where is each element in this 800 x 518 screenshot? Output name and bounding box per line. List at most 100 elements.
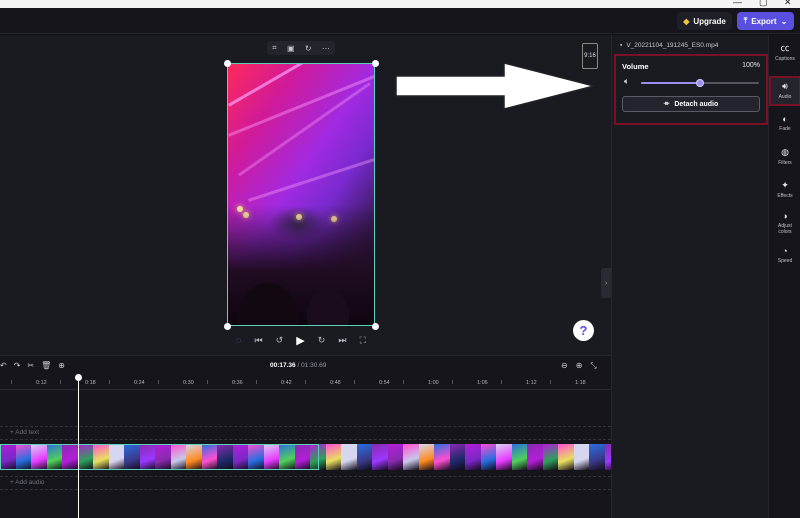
ruler-tick-label: 0:54 — [379, 380, 390, 386]
fullscreen-icon[interactable]: ⛶ — [360, 335, 366, 346]
clip-thumbnail — [434, 444, 450, 470]
captions-icon: ㏄ — [780, 43, 790, 53]
zoom-out-icon[interactable]: ⊖ — [561, 361, 568, 371]
speed-icon: ◔ — [782, 246, 788, 256]
volume-value: 100% — [742, 62, 760, 69]
delete-icon[interactable]: 🗑︎ — [41, 361, 51, 370]
skip-forward-icon[interactable]: ⏭ — [338, 335, 346, 346]
rail-item-filters[interactable]: ◍ Filters — [769, 147, 800, 166]
export-label: Export — [751, 16, 777, 26]
rail-item-adjust-colors[interactable]: ◑ Adjust colors — [769, 211, 800, 235]
volume-slider[interactable] — [641, 79, 759, 87]
resize-handle[interactable] — [224, 60, 231, 67]
timecode: 00:17.36 / 01:30.69 — [270, 362, 326, 369]
upgrade-button[interactable]: ◆ Upgrade — [677, 12, 732, 30]
ruler-tick-label: 1:00 — [428, 380, 439, 386]
clip-thumbnail — [449, 444, 465, 470]
add-audio-label: + Add audio — [10, 479, 45, 486]
clip-thumbnail — [480, 444, 496, 470]
file-name: V_20221104_191245_ES0.mp4 — [626, 42, 719, 49]
fade-icon: ◐ — [782, 114, 788, 124]
clip-thumbnail — [186, 444, 202, 470]
ruler-tick-label: 0:30 — [183, 380, 194, 386]
clip-thumbnail — [201, 444, 217, 470]
clip-thumbnail — [93, 444, 109, 470]
play-icon[interactable]: ▶ — [296, 334, 304, 347]
current-time: 00:17.36 — [270, 362, 296, 369]
collapse-panel-button[interactable]: › — [601, 268, 611, 298]
add-media-icon[interactable]: ⊕ — [58, 361, 65, 370]
volume-slider-fill — [641, 82, 700, 84]
clip-thumbnail — [124, 444, 140, 470]
upgrade-label: Upgrade — [693, 16, 726, 26]
ruler-tick-mark — [452, 380, 453, 384]
crowd-silhouette — [228, 205, 374, 325]
ruler-tick-label: 0:18 — [85, 380, 96, 386]
forward-icon[interactable]: ↻ — [318, 335, 326, 346]
undo-icon[interactable]: ↶ — [0, 361, 7, 370]
fit-timeline-icon[interactable]: ⤡ — [590, 361, 596, 371]
export-button[interactable]: ⤒ Export ⌄ — [737, 12, 794, 30]
clip-thumbnail — [0, 444, 16, 470]
clip-thumbnail — [15, 444, 31, 470]
rotate-icon[interactable]: ↻ — [305, 44, 312, 53]
skip-back-icon[interactable]: ⏮ — [254, 335, 262, 346]
speaker-icon: 🔈︎ — [624, 76, 630, 86]
rail-item-captions[interactable]: ㏄ Captions — [769, 41, 800, 62]
more-icon[interactable]: ⋯ — [322, 44, 330, 53]
playhead[interactable] — [78, 376, 79, 518]
clip-thumbnail — [325, 444, 341, 470]
rail-item-effects[interactable]: ✦ Effects — [769, 180, 800, 199]
resize-handle[interactable] — [372, 323, 379, 330]
help-button[interactable]: ? — [573, 320, 594, 341]
clip-thumbnail — [294, 444, 310, 470]
clip-thumbnail — [372, 444, 388, 470]
volume-section: Volume 100% 🔈︎ ⌯ Detach audio — [614, 54, 768, 125]
fit-icon[interactable]: ▣ — [287, 44, 295, 53]
rail-item-audio[interactable]: 🔊︎ Audio — [769, 76, 800, 106]
minimize-button[interactable]: — — [733, 0, 742, 7]
ruler-tick-mark — [11, 380, 12, 384]
audio-track[interactable]: + Add audio — [0, 476, 611, 490]
clip-thumbnail — [263, 444, 279, 470]
rail-label: Audio — [778, 94, 792, 100]
crop-icon[interactable]: ⌗ — [272, 43, 277, 53]
rail-label: Speed — [777, 258, 793, 264]
ruler-tick-mark — [256, 380, 257, 384]
rewind-icon[interactable]: ↺ — [276, 335, 284, 346]
ruler-tick-label: 0:42 — [281, 380, 292, 386]
video-track[interactable] — [0, 444, 611, 470]
zoom-in-icon[interactable]: ⊕ — [576, 361, 583, 371]
clip-thumbnail — [62, 444, 78, 470]
close-button[interactable]: ✕ — [784, 0, 792, 8]
file-name-row: ▪ V_20221104_191245_ES0.mp4 — [620, 42, 718, 49]
split-icon[interactable]: ✂ — [27, 361, 34, 370]
loading-icon: ◌ — [236, 335, 242, 345]
text-track[interactable]: + Add text — [0, 426, 611, 440]
resize-handle[interactable] — [372, 60, 379, 67]
ruler-tick-mark — [207, 380, 208, 384]
rail-label: Fade — [779, 126, 791, 132]
app-header: ◆ Upgrade ⤒ Export ⌄ — [0, 8, 800, 34]
properties-rail: ㏄ Captions 🔊︎ Audio ◐ Fade ◍ Filters ✦ E… — [768, 35, 800, 518]
ruler-tick-label: 1:18 — [575, 380, 586, 386]
rail-item-speed[interactable]: ◔ Speed — [769, 246, 800, 264]
total-duration: 01:30.69 — [301, 362, 327, 369]
clip-thumbnail — [496, 444, 512, 470]
video-preview[interactable] — [227, 63, 375, 326]
playhead-handle[interactable] — [75, 374, 82, 381]
volume-slider-thumb[interactable] — [696, 79, 704, 87]
canvas-toolbar: ⌗ ▣ ↻ ⋯ — [267, 41, 335, 55]
clip-thumbnail — [170, 444, 186, 470]
clip-thumbnail — [77, 444, 93, 470]
add-text-label: + Add text — [10, 429, 40, 436]
time-ruler[interactable]: 0:12 0:18 0:24 0:30 0:36 0:42 0:48 0:54 1:00 1:06… — [0, 376, 611, 390]
resize-handle[interactable] — [224, 323, 231, 330]
detach-audio-button[interactable]: ⌯ Detach audio — [622, 96, 760, 112]
redo-icon[interactable]: ↷ — [14, 361, 21, 370]
maximize-button[interactable]: ▢ — [759, 0, 768, 8]
annotation-arrow — [395, 62, 595, 110]
rail-item-fade[interactable]: ◐ Fade — [769, 114, 800, 132]
clip-thumbnail — [341, 444, 357, 470]
light-beam — [228, 70, 374, 137]
